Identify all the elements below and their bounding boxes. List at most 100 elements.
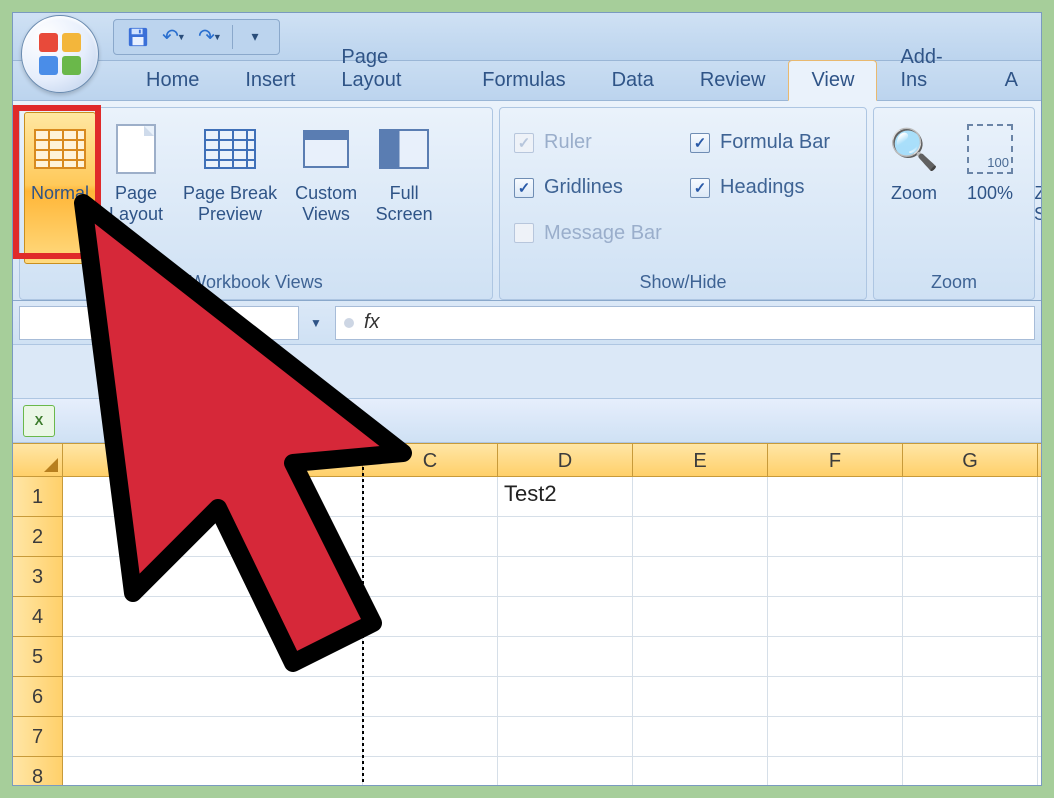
cell[interactable] (903, 637, 1038, 676)
cell[interactable] (63, 637, 363, 676)
excel-window: ↶▼ ↷▼ ▾ Home Insert Page Layout Formulas… (12, 12, 1042, 786)
cell[interactable] (363, 597, 498, 636)
save-button[interactable] (122, 22, 154, 52)
cell[interactable] (768, 637, 903, 676)
office-button[interactable] (21, 15, 99, 93)
group-zoom: 🔍 Zoom 100 100% Z S Zoom (873, 107, 1035, 300)
cell[interactable] (363, 677, 498, 716)
qat-customize-button[interactable]: ▾ (239, 22, 271, 52)
button-label: Page Break (183, 183, 277, 204)
group-show-hide: ✓ Ruler ✓ Formula Bar ✓ Gridlines ✓ Head… (499, 107, 867, 300)
tab-partial[interactable]: A (982, 60, 1041, 100)
cell[interactable] (633, 637, 768, 676)
row-header-1[interactable]: 1 (13, 477, 63, 517)
cell[interactable] (363, 637, 498, 676)
tab-view[interactable]: View (788, 60, 877, 101)
cell[interactable] (498, 677, 633, 716)
cells-area[interactable]: Test2 (63, 477, 1041, 786)
formula-bar-checkbox[interactable]: ✓ Formula Bar (690, 120, 880, 165)
cell[interactable] (363, 757, 498, 786)
undo-button[interactable]: ↶▼ (158, 22, 190, 52)
select-all-corner[interactable] (13, 444, 63, 476)
cell[interactable] (63, 517, 363, 556)
column-header-f[interactable]: F (768, 444, 903, 476)
tab-data[interactable]: Data (589, 60, 677, 100)
cell[interactable] (633, 597, 768, 636)
cell[interactable] (903, 517, 1038, 556)
row-header-5[interactable]: 5 (13, 637, 63, 677)
zoom-button[interactable]: 🔍 Zoom (878, 112, 950, 264)
cell[interactable] (633, 517, 768, 556)
cell[interactable] (498, 597, 633, 636)
column-header-e[interactable]: E (633, 444, 768, 476)
cell[interactable] (903, 557, 1038, 596)
excel-file-icon: X (23, 405, 55, 437)
cell[interactable] (498, 637, 633, 676)
tab-page-layout[interactable]: Page Layout (318, 37, 459, 100)
cell[interactable] (768, 677, 903, 716)
cell[interactable] (363, 557, 498, 596)
cell[interactable] (633, 757, 768, 786)
tab-insert[interactable]: Insert (222, 60, 318, 100)
row-header-8[interactable]: 8 (13, 757, 63, 786)
column-header-d[interactable]: D (498, 444, 633, 476)
custom-views-button[interactable]: Custom Views (288, 112, 364, 264)
cell[interactable] (498, 717, 633, 756)
formula-bar[interactable]: fx (335, 306, 1035, 340)
redo-button[interactable]: ↷▼ (194, 22, 226, 52)
cell[interactable] (63, 557, 363, 596)
cell[interactable] (63, 757, 363, 786)
page-layout-button[interactable]: Page Layout (100, 112, 172, 264)
name-box[interactable] (19, 306, 299, 340)
cell[interactable] (63, 677, 363, 716)
cell[interactable] (498, 517, 633, 556)
cell[interactable] (768, 517, 903, 556)
gridlines-checkbox[interactable]: ✓ Gridlines (514, 165, 684, 210)
cell[interactable] (903, 717, 1038, 756)
normal-view-button[interactable]: Normal (24, 112, 96, 264)
cell-f1[interactable] (768, 477, 903, 516)
quick-access-toolbar: ↶▼ ↷▼ ▾ (113, 19, 280, 55)
cell-e1[interactable] (633, 477, 768, 516)
cell-d1[interactable]: Test2 (498, 477, 633, 516)
page-break-icon (202, 121, 258, 177)
cell[interactable] (903, 597, 1038, 636)
full-screen-button[interactable]: Full Screen (368, 112, 440, 264)
row-header-6[interactable]: 6 (13, 677, 63, 717)
column-header-c[interactable]: C (363, 444, 498, 476)
cell[interactable] (63, 597, 363, 636)
row-header-7[interactable]: 7 (13, 717, 63, 757)
headings-checkbox[interactable]: ✓ Headings (690, 165, 880, 210)
cell[interactable] (768, 557, 903, 596)
cell[interactable] (633, 677, 768, 716)
zoom-selection-button[interactable]: Z S (1030, 112, 1042, 264)
column-header-g[interactable]: G (903, 444, 1038, 476)
row-header-4[interactable]: 4 (13, 597, 63, 637)
cell[interactable] (768, 597, 903, 636)
magnifier-icon: 🔍 (886, 121, 942, 177)
cell[interactable] (363, 717, 498, 756)
page-break-preview-button[interactable]: Page Break Preview (176, 112, 284, 264)
tab-review[interactable]: Review (677, 60, 789, 100)
name-box-dropdown[interactable]: ▼ (305, 306, 327, 340)
column-header[interactable] (63, 444, 363, 476)
cell[interactable] (768, 757, 903, 786)
row-header-2[interactable]: 2 (13, 517, 63, 557)
cell[interactable] (63, 717, 363, 756)
tab-home[interactable]: Home (123, 60, 222, 100)
cell-c1[interactable] (363, 477, 498, 516)
cell[interactable] (903, 677, 1038, 716)
cell[interactable] (63, 477, 363, 516)
cell[interactable] (633, 717, 768, 756)
row-header-3[interactable]: 3 (13, 557, 63, 597)
cell[interactable] (498, 757, 633, 786)
tab-add-ins[interactable]: Add-Ins (877, 37, 981, 100)
cell-g1[interactable] (903, 477, 1038, 516)
cell[interactable] (498, 557, 633, 596)
cell[interactable] (363, 517, 498, 556)
tab-formulas[interactable]: Formulas (459, 60, 588, 100)
cell[interactable] (768, 717, 903, 756)
group-title: Workbook Views (20, 268, 492, 299)
cell[interactable] (903, 757, 1038, 786)
cell[interactable] (633, 557, 768, 596)
